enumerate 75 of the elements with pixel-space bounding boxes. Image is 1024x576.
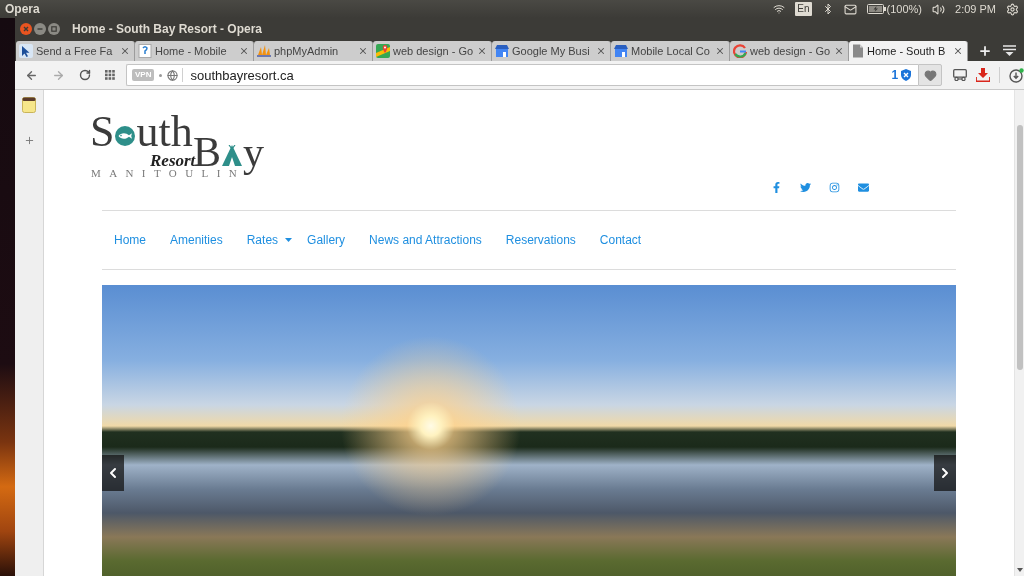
nav-link[interactable]: Gallery	[295, 233, 358, 247]
fish-icon	[115, 126, 136, 146]
tent-icon	[222, 145, 242, 166]
bookmark-button[interactable]	[918, 64, 942, 86]
close-icon[interactable]	[358, 46, 368, 56]
browser-tab[interactable]: web design - Go	[730, 41, 849, 61]
caret-icon[interactable]	[285, 238, 293, 242]
menu-icon[interactable]	[1003, 45, 1016, 56]
nav-link[interactable]: Rates	[234, 233, 296, 247]
dot-icon	[159, 73, 163, 77]
address-field[interactable]: VPN southbayresort.ca 1	[126, 64, 919, 86]
logo-text: y	[243, 131, 264, 173]
browser-tab[interactable]: phpMyAdmin	[254, 41, 373, 61]
nav-link[interactable]: Home	[102, 233, 158, 247]
facebook-icon[interactable]	[771, 182, 782, 193]
download-icon[interactable]	[976, 68, 990, 82]
settings-icon[interactable]	[1006, 2, 1019, 16]
document-icon	[852, 44, 864, 58]
close-icon[interactable]	[834, 46, 844, 56]
nav-link[interactable]: Contact	[587, 233, 654, 247]
mail-icon[interactable]	[843, 2, 857, 16]
wifi-icon[interactable]	[773, 3, 786, 15]
browser-tab[interactable]: Home - South B	[849, 41, 968, 61]
mail-icon[interactable]	[858, 182, 869, 193]
next-button[interactable]	[934, 455, 956, 491]
close-icon[interactable]	[953, 46, 963, 56]
nav-link[interactable]: News and Attractions	[357, 233, 494, 247]
cursor-icon	[19, 44, 33, 58]
browser-tab[interactable]: Send a Free Fa	[16, 41, 135, 61]
close-icon[interactable]	[715, 46, 725, 56]
store-icon	[614, 44, 628, 58]
heart-icon	[923, 68, 937, 82]
close-icon[interactable]	[20, 23, 32, 35]
notepad-icon[interactable]	[22, 97, 36, 113]
instagram-icon[interactable]	[829, 182, 840, 193]
minimize-icon[interactable]	[34, 23, 46, 35]
sail-icon	[257, 44, 271, 58]
globe-icon[interactable]	[167, 69, 179, 81]
nav-link[interactable]: Reservations	[493, 233, 588, 247]
page-icon	[138, 44, 152, 58]
browser-tab[interactable]: Mobile Local Co	[611, 41, 730, 61]
volume-icon[interactable]	[932, 2, 946, 16]
plus-icon[interactable]	[978, 43, 992, 58]
close-icon[interactable]	[239, 46, 249, 56]
logo-text: uth	[136, 110, 193, 154]
scrollbar[interactable]	[1014, 90, 1024, 576]
shield-icon[interactable]	[901, 69, 912, 81]
previous-button[interactable]	[102, 455, 124, 491]
reload-icon[interactable]	[79, 69, 91, 81]
scrollbar-thumb[interactable]	[1016, 125, 1023, 370]
nav-link[interactable]: Amenities	[158, 233, 235, 247]
logo-text: S	[90, 110, 115, 154]
store-icon	[495, 44, 509, 58]
map-icon	[376, 44, 390, 58]
back-icon[interactable]	[25, 68, 38, 82]
language-badge[interactable]: En	[795, 2, 812, 16]
van-icon[interactable]	[953, 69, 967, 81]
browser-tab[interactable]: Home - Mobile	[135, 41, 254, 61]
browser-tab[interactable]: Google My Busi	[492, 41, 611, 61]
window-title: Home - South Bay Resort - Opera	[72, 22, 263, 36]
maximize-icon[interactable]	[48, 23, 60, 35]
app-name[interactable]: Opera	[5, 2, 40, 16]
close-icon[interactable]	[477, 46, 487, 56]
logo-text: Resort	[150, 152, 196, 169]
clock[interactable]: 2:09 PM	[955, 3, 996, 15]
scroll-down-icon[interactable]	[1016, 568, 1023, 572]
blocked-count[interactable]: 1	[891, 68, 899, 82]
battery-percentage: (100%)	[886, 3, 923, 15]
close-icon[interactable]	[120, 46, 130, 56]
g-icon	[733, 44, 747, 58]
close-icon[interactable]	[596, 46, 606, 56]
grid-icon[interactable]	[105, 70, 115, 80]
browser-tab[interactable]: web design - Go	[373, 41, 492, 61]
battery-icon[interactable]	[866, 4, 886, 14]
twitter-icon[interactable]	[800, 182, 811, 193]
